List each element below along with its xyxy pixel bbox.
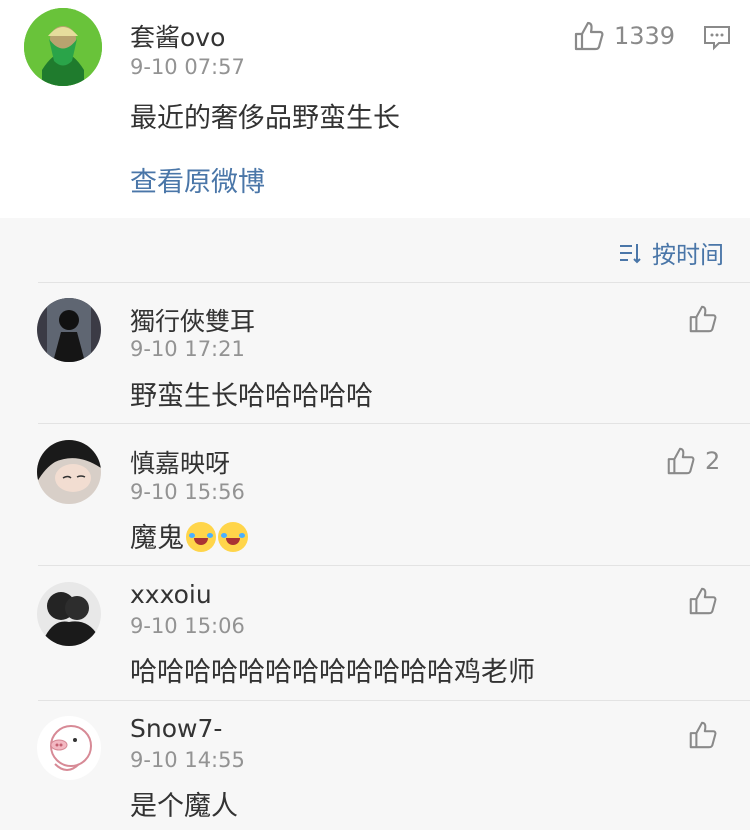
username[interactable]: 慎嘉映呀: [130, 444, 230, 480]
reply-text: 哈哈哈哈哈哈哈哈哈哈哈哈鸡老师: [130, 657, 535, 688]
pig-avatar-icon: [37, 716, 101, 780]
avatar[interactable]: [37, 582, 101, 646]
like-button[interactable]: [687, 304, 727, 334]
timestamp: 9-10 07:57: [130, 55, 245, 79]
thumbs-up-icon: [574, 21, 604, 51]
timestamp: 9-10 15:56: [130, 480, 245, 504]
avatar-image: [37, 298, 101, 362]
thumbs-up-icon: [689, 721, 717, 749]
like-button[interactable]: 1339: [572, 20, 675, 52]
like-button[interactable]: [687, 586, 727, 616]
username[interactable]: 套酱ovo: [130, 18, 225, 54]
username[interactable]: 獨行俠雙耳: [130, 302, 255, 338]
laughing-tears-emoji-icon: [218, 522, 248, 552]
sort-by-time-button[interactable]: 按时间: [618, 235, 724, 270]
reply-text-content: 魔鬼: [130, 523, 184, 554]
avatar[interactable]: [24, 8, 102, 86]
divider: [38, 700, 750, 701]
thumbs-up-icon: [667, 447, 695, 475]
main-comment: 套酱ovo 9-10 07:57 最近的奢侈品野蛮生长 1339 查看原微博: [0, 0, 750, 218]
like-count: 2: [705, 447, 721, 475]
avatar-image: [37, 440, 101, 504]
avatar[interactable]: [37, 298, 101, 362]
divider: [38, 423, 750, 424]
avatar[interactable]: [37, 440, 101, 504]
timestamp: 9-10 17:21: [130, 337, 245, 361]
avatar[interactable]: [37, 716, 101, 780]
replies-section: [0, 218, 750, 830]
reply-text: 是个魔人: [130, 791, 238, 822]
thumbs-up-icon: [689, 305, 717, 333]
sort-label: 按时间: [652, 241, 724, 269]
avatar-image: [37, 582, 101, 646]
like-button[interactable]: [687, 720, 727, 750]
reply-text: 野蛮生长哈哈哈哈哈: [130, 381, 373, 412]
username[interactable]: xxxoiu: [130, 580, 212, 609]
divider: [38, 282, 750, 283]
sort-icon: [620, 243, 641, 263]
like-button[interactable]: 2: [665, 446, 720, 476]
like-count: 1339: [614, 22, 676, 50]
thumbs-up-icon: [689, 587, 717, 615]
avatar-image: [24, 8, 102, 86]
comment-icon[interactable]: [702, 22, 732, 52]
divider: [38, 565, 750, 566]
comment-text: 最近的奢侈品野蛮生长: [130, 103, 400, 134]
username[interactable]: Snow7-: [130, 714, 222, 743]
timestamp: 9-10 14:55: [130, 748, 245, 772]
view-original-weibo-link[interactable]: 查看原微博: [130, 160, 265, 199]
timestamp: 9-10 15:06: [130, 614, 245, 638]
reply-text: 魔鬼: [130, 516, 248, 555]
laughing-tears-emoji-icon: [186, 522, 216, 552]
